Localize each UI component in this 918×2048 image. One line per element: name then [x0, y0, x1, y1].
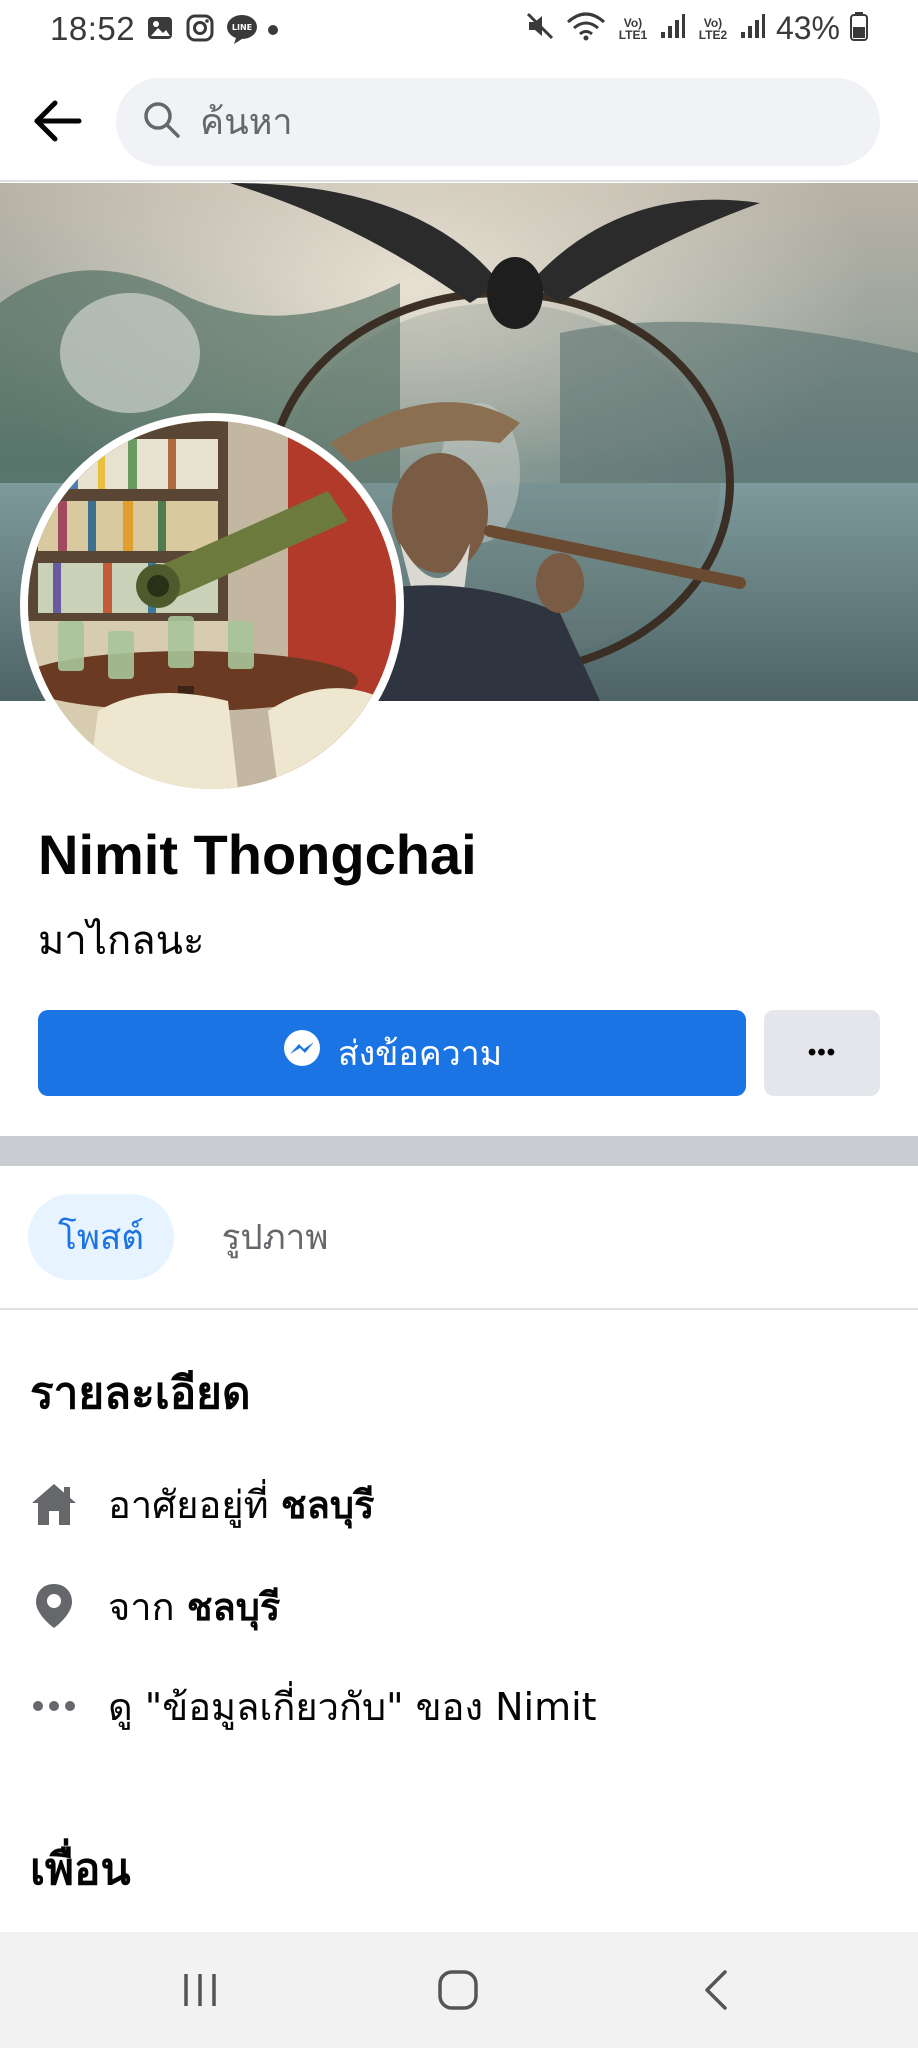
line-icon: LINE — [226, 14, 257, 44]
send-message-label: ส่งข้อความ — [337, 1034, 503, 1074]
battery-icon — [850, 11, 868, 46]
avatar-image — [28, 421, 396, 789]
from-value[interactable]: ชลบุรี — [187, 1585, 281, 1629]
signal-icon — [660, 12, 686, 45]
status-bar: 18:52 LINE Vo) LTE1 Vo) LTE2 43% — [0, 0, 918, 62]
from-prefix: จาก — [108, 1584, 175, 1629]
line-icon-text: LINE — [232, 23, 252, 32]
detail-lives-in: อาศัยอยู่ที่ ชลบุรี — [30, 1474, 374, 1534]
tab-photos[interactable]: รูปภาพ — [200, 1194, 350, 1280]
instagram-icon — [186, 14, 214, 42]
section-divider — [0, 1136, 918, 1166]
signal-icon — [740, 12, 766, 45]
profile-actions: ส่งข้อความ ••• — [38, 1010, 880, 1096]
status-time: 18:52 — [50, 10, 136, 47]
search-input[interactable] — [200, 101, 800, 143]
battery-percent: 43% — [775, 10, 840, 46]
system-nav-bar — [0, 1932, 918, 2048]
search-header — [0, 62, 918, 182]
details-heading: รายละเอียด — [30, 1368, 251, 1419]
see-about-link[interactable]: ดู "ข้อมูลเกี่ยวกับ" ของ Nimit — [108, 1676, 597, 1737]
home-button[interactable] — [418, 1960, 498, 2020]
mute-icon — [524, 10, 556, 47]
back-button[interactable] — [28, 92, 86, 150]
recents-icon — [184, 1974, 216, 2006]
search-icon — [142, 100, 182, 145]
detail-see-about[interactable]: ดู "ข้อมูลเกี่ยวกับ" ของ Nimit — [30, 1676, 597, 1736]
status-right: Vo) LTE1 Vo) LTE2 43% — [524, 10, 868, 47]
more-dots-icon — [30, 1682, 78, 1730]
dot-icon — [266, 14, 280, 42]
home-icon — [30, 1480, 78, 1528]
lives-value[interactable]: ชลบุรี — [281, 1483, 375, 1527]
send-message-button[interactable]: ส่งข้อความ — [38, 1010, 746, 1096]
lives-prefix: อาศัยอยู่ที่ — [108, 1482, 269, 1527]
notification-icons: LINE — [146, 14, 280, 44]
sim2-label: Vo) LTE2 — [698, 15, 728, 42]
profile-bio: มาไกลนะ — [38, 918, 205, 964]
system-back-button[interactable] — [676, 1960, 756, 2020]
profile-name: Nimit Thongchai — [38, 823, 477, 886]
more-dots-icon: ••• — [807, 1039, 837, 1066]
gallery-icon — [146, 14, 174, 42]
arrow-left-icon — [34, 100, 82, 142]
chevron-left-icon — [705, 1970, 727, 2010]
sim1-label: Vo) LTE1 — [618, 15, 648, 42]
messenger-icon — [282, 1029, 322, 1078]
friends-heading: เพื่อน — [30, 1844, 131, 1895]
profile-tabs: โพสต์ รูปภาพ — [0, 1166, 918, 1310]
search-box[interactable] — [116, 78, 880, 166]
recent-apps-button[interactable] — [160, 1960, 240, 2020]
detail-from: จาก ชลบุรี — [30, 1576, 280, 1636]
wifi-icon — [566, 10, 606, 47]
tab-posts[interactable]: โพสต์ — [28, 1194, 174, 1280]
more-options-button[interactable]: ••• — [764, 1010, 880, 1096]
home-circle-icon — [438, 1970, 478, 2010]
location-pin-icon — [30, 1582, 78, 1630]
profile-avatar[interactable] — [20, 413, 404, 797]
